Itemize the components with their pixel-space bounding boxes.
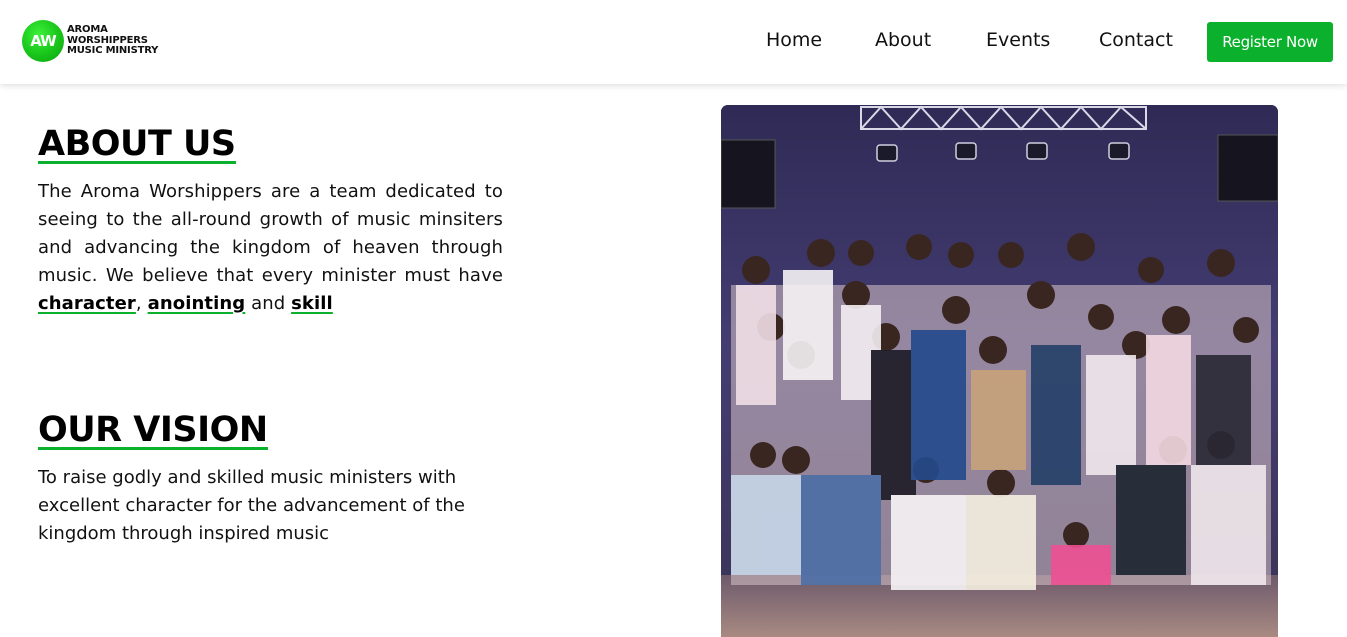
site-header: AW AROMA WORSHIPPERS MUSIC MINISTRY Home… [0, 0, 1347, 84]
about-us-lead-text: The Aroma Worshippers are a team dedicat… [38, 181, 503, 286]
group-photo [721, 105, 1278, 637]
our-vision-heading-text: OUR VISION [38, 410, 268, 450]
nav-contact-link[interactable]: Contact [1099, 29, 1173, 51]
nav-about-link[interactable]: About [875, 29, 931, 51]
nav-events-link[interactable]: Events [986, 29, 1050, 51]
about-us-separator-comma: , [135, 293, 142, 314]
about-us-heading: ABOUT US [38, 124, 236, 164]
left-screen [721, 139, 776, 209]
nav-home-link[interactable]: Home [766, 29, 822, 51]
keyword-skill: skill [291, 293, 333, 314]
keyword-character: character [38, 293, 136, 314]
group-photo-illustration [721, 105, 1278, 637]
keyword-anointing: anointing [147, 293, 246, 314]
about-us-separator-and: and [251, 293, 286, 314]
our-vision-heading: OUR VISION [38, 410, 268, 450]
crowd [731, 233, 1271, 590]
right-screen [1217, 134, 1278, 202]
main-nav: Home About Events Contact [0, 29, 1347, 55]
our-vision-paragraph: To raise godly and skilled music ministe… [38, 467, 465, 544]
register-now-button[interactable]: Register Now [1207, 22, 1333, 62]
about-us-paragraph: The Aroma Worshippers are a team dedicat… [38, 178, 503, 318]
about-us-heading-text: ABOUT US [38, 124, 236, 164]
